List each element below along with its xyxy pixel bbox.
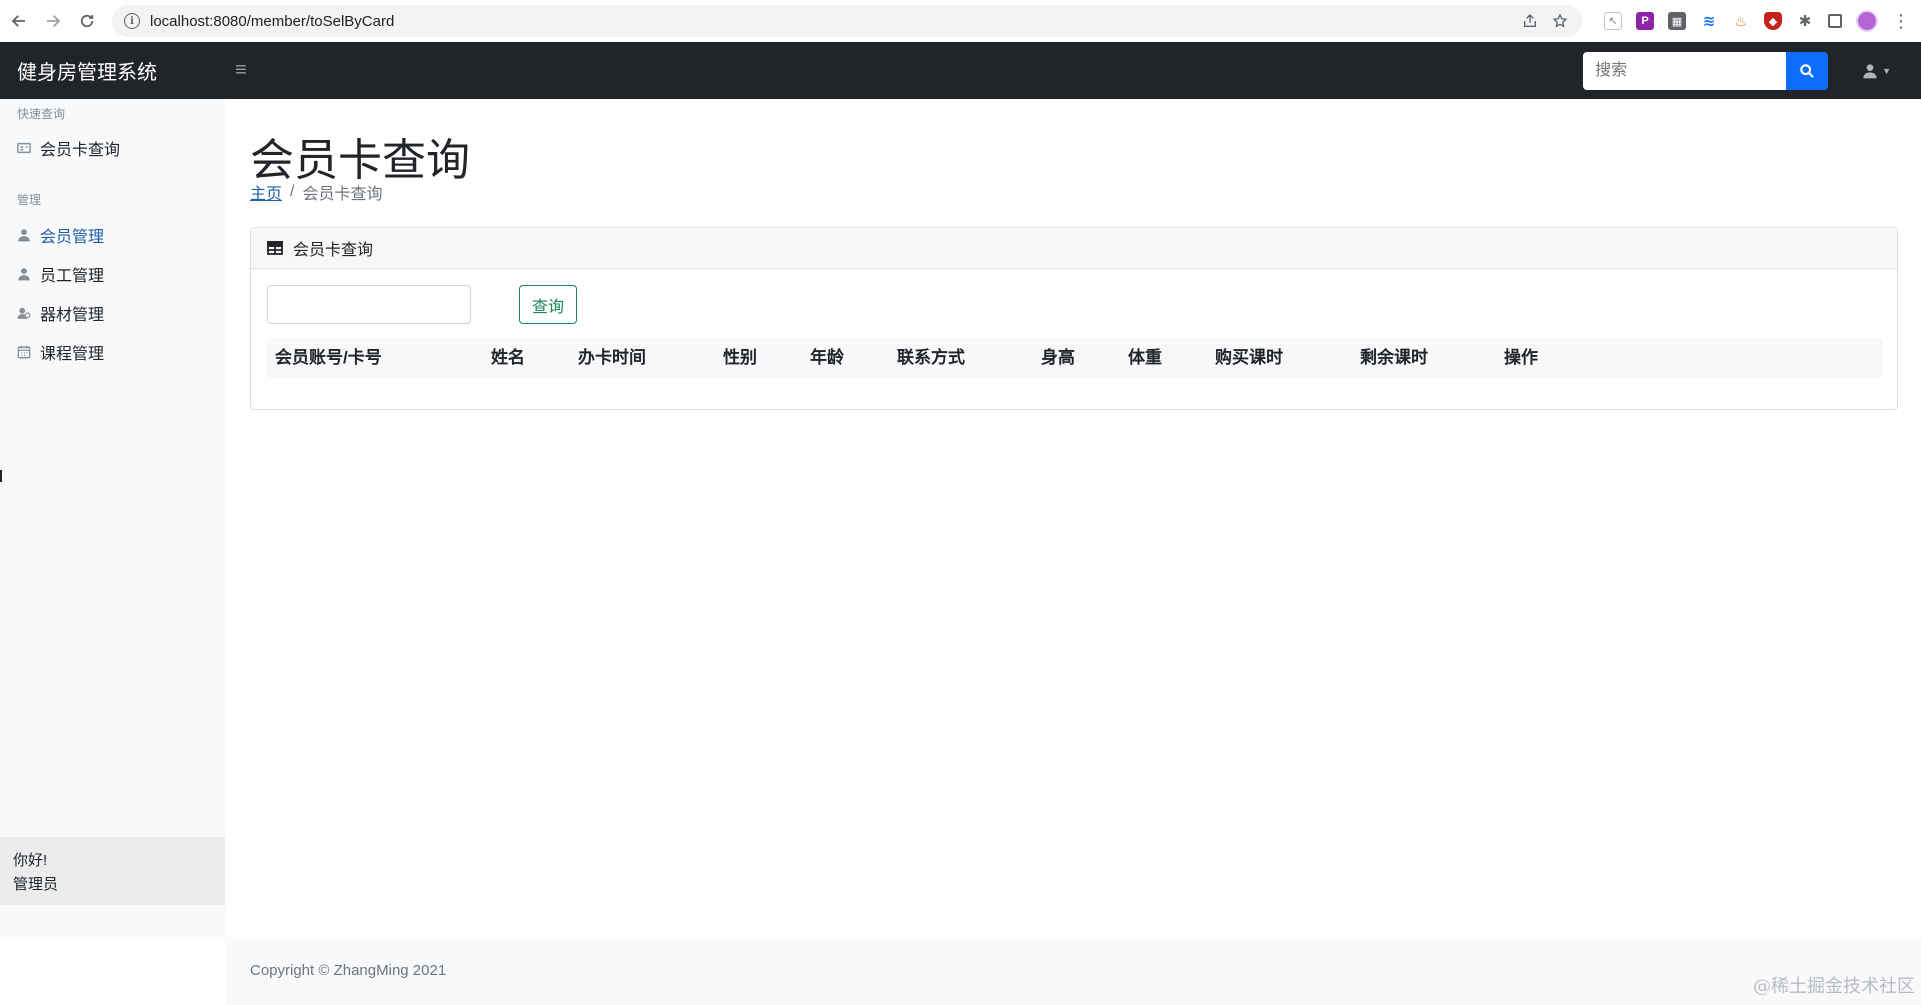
copyright-text: Copyright © ZhangMing 2021 (250, 962, 447, 979)
extension-orange-icon[interactable]: ♨ (1732, 12, 1750, 30)
extension-cursor-icon[interactable]: ↖ (1604, 12, 1622, 30)
column-header[interactable]: 身高 (1041, 338, 1075, 378)
bookmark-star-icon[interactable] (1552, 13, 1568, 29)
browser-toolbar: i localhost:8080/member/toSelByCard ↖ P … (0, 0, 1921, 42)
chevron-down-icon: ▼ (1882, 65, 1891, 76)
top-navbar: 健身房管理系统 ≡ ▼ (0, 42, 1921, 99)
breadcrumb-home-link[interactable]: 主页 (250, 180, 282, 204)
calendar-icon (17, 345, 31, 359)
sidebar-item-label: 会员管理 (40, 229, 105, 246)
search-button[interactable] (1786, 51, 1829, 90)
user-role-text: 管理员 (13, 876, 59, 893)
sidebar-heading-quick: 快速查询 (17, 107, 66, 121)
url-text: localhost:8080/member/toSelByCard (150, 12, 395, 30)
brand-title[interactable]: 健身房管理系统 (0, 56, 225, 85)
search-icon (1800, 63, 1814, 78)
sidebar-item-staff[interactable]: 员工管理 (0, 262, 104, 286)
equipment-icon (17, 306, 31, 320)
column-header[interactable]: 会员账号/卡号 (275, 338, 382, 378)
column-header[interactable]: 购买课时 (1215, 338, 1283, 378)
breadcrumb-current: 会员卡查询 (302, 186, 383, 203)
card-header: 会员卡查询 (251, 228, 1897, 269)
reload-icon[interactable] (72, 6, 102, 36)
extension-shield-icon[interactable]: ◆ (1764, 12, 1782, 30)
sidebar-item-card-query[interactable]: 会员卡查询 (0, 136, 120, 160)
site-info-icon[interactable]: i (124, 13, 140, 29)
breadcrumb: 主页 / 会员卡查询 (250, 180, 382, 204)
column-header[interactable]: 体重 (1128, 338, 1162, 378)
sidebar-toggle-icon[interactable]: ≡ (235, 59, 247, 82)
card-query-panel: 会员卡查询 查询 会员账号/卡号 姓名 办卡时间 性别 年龄 联系方式 身高 体… (250, 227, 1898, 410)
greeting-text: 你好! (13, 852, 48, 869)
column-header[interactable]: 姓名 (491, 338, 525, 378)
table-header-row: 会员账号/卡号 姓名 办卡时间 性别 年龄 联系方式 身高 体重 购买课时 剩余… (267, 338, 1883, 378)
sidebar-item-label: 课程管理 (40, 346, 105, 363)
table-icon (267, 241, 283, 255)
watermark-text: @稀土掘金技术社区 (1753, 976, 1915, 997)
sidebar-footer: 你好! 管理员 (0, 837, 225, 905)
sidebar-item-label: 器材管理 (40, 307, 105, 324)
sidebar-item-members[interactable]: 会员管理 (0, 223, 104, 247)
column-header[interactable]: 年龄 (810, 338, 844, 378)
browser-menu-icon[interactable]: ⋮ (1892, 11, 1910, 32)
breadcrumb-separator: / (290, 183, 295, 200)
forward-icon[interactable] (38, 6, 68, 36)
column-header[interactable]: 性别 (723, 338, 757, 378)
user-icon (17, 228, 31, 242)
sidebar-heading-manage: 管理 (17, 193, 42, 207)
user-icon (17, 267, 31, 281)
sidebar-item-courses[interactable]: 课程管理 (0, 340, 104, 364)
column-header[interactable]: 操作 (1504, 338, 1538, 378)
text-cursor (0, 470, 2, 482)
extensions-puzzle-icon[interactable]: ✱ (1796, 12, 1814, 30)
address-bar[interactable]: i localhost:8080/member/toSelByCard (112, 5, 1582, 37)
sidebar: 快速查询 会员卡查询 管理 会员管理 员工管理 器材管理 课程管理 (0, 99, 225, 937)
column-header[interactable]: 联系方式 (897, 338, 965, 378)
back-icon[interactable] (4, 6, 34, 36)
column-header[interactable]: 办卡时间 (578, 338, 646, 378)
column-header[interactable]: 剩余课时 (1360, 338, 1428, 378)
id-card-icon (17, 141, 31, 155)
share-icon[interactable] (1522, 13, 1538, 29)
sidebar-item-label: 员工管理 (40, 268, 105, 285)
user-icon (1863, 63, 1877, 78)
query-button[interactable]: 查询 (519, 285, 577, 324)
sidebar-item-label: 会员卡查询 (40, 142, 121, 159)
card-header-title: 会员卡查询 (293, 242, 374, 259)
extension-grid-icon[interactable]: ▦ (1668, 12, 1686, 30)
page-title: 会员卡查询 (250, 136, 470, 185)
side-panel-icon[interactable] (1828, 14, 1842, 28)
extension-layers-icon[interactable]: ≋ (1700, 12, 1718, 30)
search-input[interactable] (1583, 51, 1787, 90)
user-dropdown[interactable]: ▼ (1862, 63, 1891, 79)
browser-profile-avatar[interactable] (1856, 10, 1878, 32)
sidebar-item-equipment[interactable]: 器材管理 (0, 301, 104, 325)
card-number-input[interactable] (267, 285, 471, 324)
extension-purple-icon[interactable]: P (1636, 12, 1654, 30)
search-form (1583, 51, 1829, 90)
page-footer: Copyright © ZhangMing 2021 @稀土掘金技术社区 (225, 937, 1921, 1005)
